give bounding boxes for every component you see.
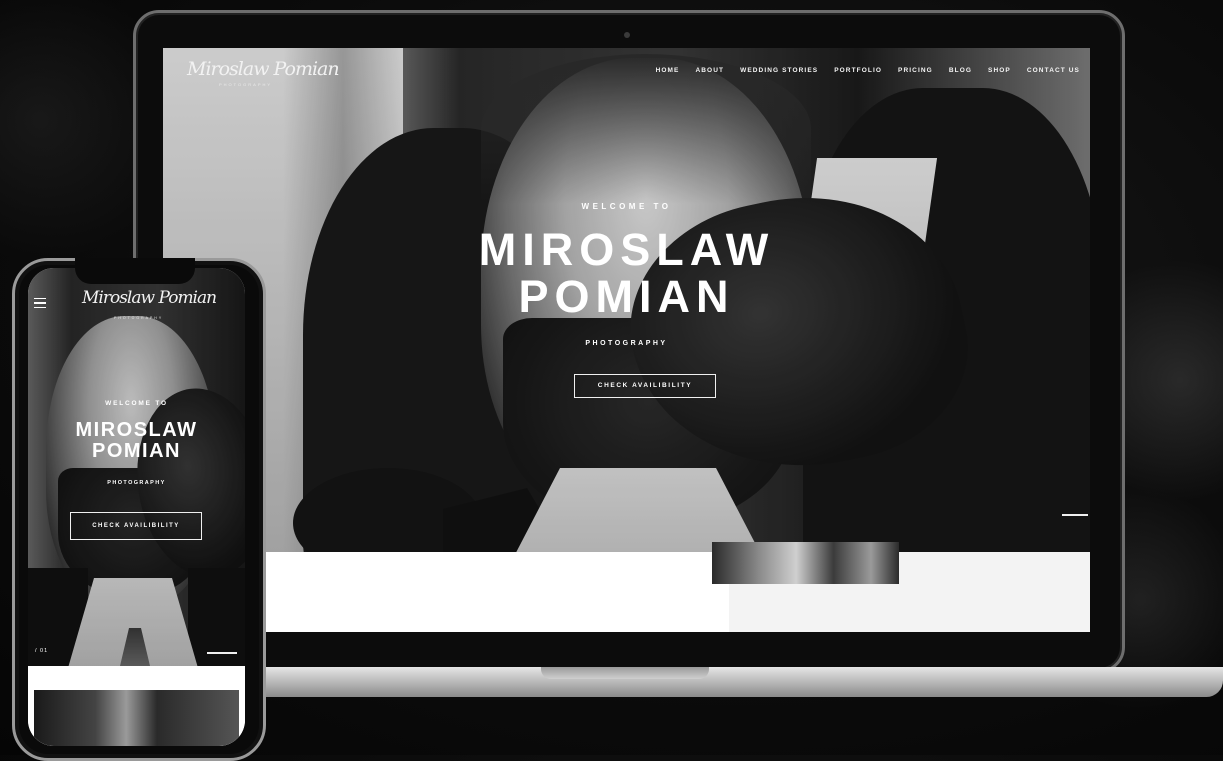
- mobile-hero-section: Miroslaw Pomian PHOTOGRAPHY WELCOME TO M…: [28, 268, 245, 666]
- nav-shop[interactable]: SHOP: [988, 67, 1011, 74]
- phone-notch: [75, 258, 195, 284]
- check-availability-button[interactable]: CHECK AVAILIBILITY: [574, 374, 716, 398]
- content-thumbnail-image[interactable]: [712, 542, 899, 584]
- laptop-camera: [624, 32, 630, 38]
- nav-pricing[interactable]: PRICING: [898, 67, 933, 74]
- nav-blog[interactable]: BLOG: [949, 67, 972, 74]
- site-logo[interactable]: Miroslaw Pomian: [187, 58, 340, 80]
- nav-home[interactable]: HOME: [656, 67, 680, 74]
- mobile-hero-tagline: PHOTOGRAPHY: [107, 480, 166, 486]
- nav-wedding-stories[interactable]: WEDDING STORIES: [740, 67, 818, 74]
- mobile-slider-indicator[interactable]: [207, 652, 237, 654]
- phone-screen: Miroslaw Pomian PHOTOGRAPHY WELCOME TO M…: [28, 268, 245, 746]
- hero-section: Miroslaw Pomian PHOTOGRAPHY HOME ABOUT W…: [163, 48, 1090, 552]
- hero-title: MIROSLAW POMIAN: [163, 226, 1090, 320]
- hero-title-line2: POMIAN: [518, 271, 735, 322]
- mobile-hero-title-line2: POMIAN: [92, 440, 181, 462]
- mobile-hero-title-line1: MIROSLAW: [75, 419, 198, 441]
- hamburger-menu-icon[interactable]: [34, 298, 46, 311]
- mobile-site-logo-subtitle: PHOTOGRAPHY: [114, 316, 164, 320]
- hero-welcome: WELCOME TO: [581, 202, 672, 211]
- mobile-slide-counter: / 01: [35, 648, 49, 654]
- nav-portfolio[interactable]: PORTFOLIO: [834, 67, 882, 74]
- hero-tagline: PHOTOGRAPHY: [585, 340, 668, 347]
- slider-indicator[interactable]: [1062, 514, 1088, 516]
- main-nav: HOME ABOUT WEDDING STORIES PORTFOLIO PRI…: [656, 67, 1080, 74]
- nav-about[interactable]: ABOUT: [695, 67, 724, 74]
- mobile-hero-title: MIROSLAW POMIAN: [28, 420, 245, 462]
- site-logo-subtitle: PHOTOGRAPHY: [219, 82, 273, 87]
- mobile-site-logo[interactable]: Miroslaw Pomian: [82, 288, 217, 308]
- mobile-content-image[interactable]: [34, 690, 239, 746]
- nav-contact-us[interactable]: CONTACT US: [1027, 67, 1080, 74]
- mobile-hero-welcome: WELCOME TO: [105, 400, 168, 407]
- laptop-screen: Miroslaw Pomian PHOTOGRAPHY HOME ABOUT W…: [163, 48, 1090, 632]
- laptop-base: [220, 667, 1223, 697]
- mobile-hero-overlay: [28, 268, 245, 666]
- laptop-opening-notch: [541, 667, 709, 679]
- mobile-check-availability-button[interactable]: CHECK AVAILIBILITY: [70, 512, 202, 540]
- hero-title-line1: MIROSLAW: [478, 224, 775, 275]
